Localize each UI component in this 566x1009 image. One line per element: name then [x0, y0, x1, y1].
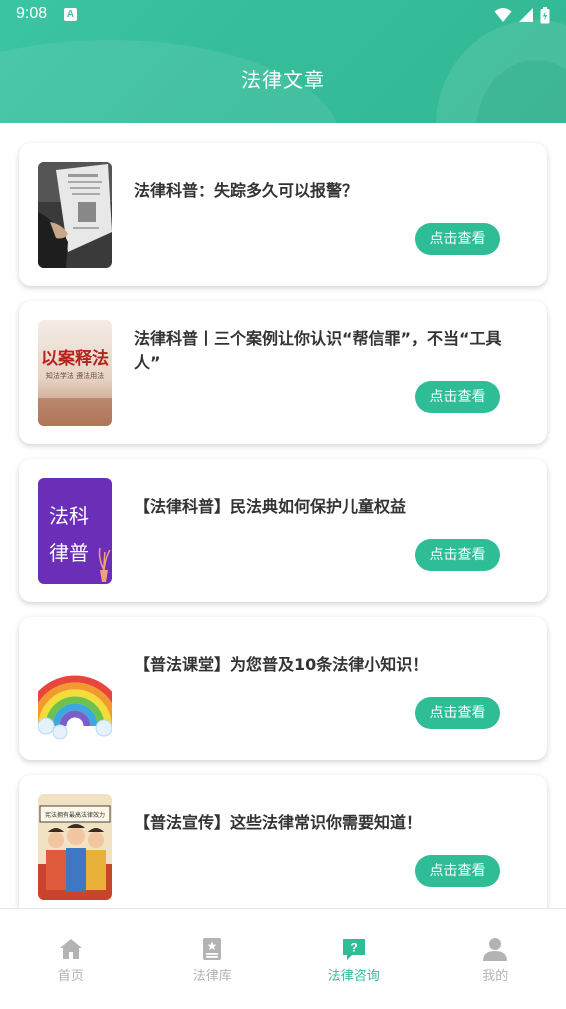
status-time: 9:08 — [16, 5, 47, 23]
article-thumbnail — [38, 162, 112, 268]
nav-item-profile[interactable]: 我的 — [425, 909, 566, 1009]
status-bar: 9:08 A — [0, 0, 566, 30]
article-title[interactable]: 法律科普丨三个案例让你认识“帮信罪”，不当“工具人” — [134, 327, 514, 375]
svg-text:?: ? — [350, 941, 357, 955]
article-title[interactable]: 法律科普：失踪多久可以报警？ — [134, 179, 514, 203]
poster-text: 律普 — [49, 541, 89, 565]
profile-icon — [483, 937, 507, 961]
view-button[interactable]: 点击查看 — [415, 381, 500, 413]
notification-icon: A — [64, 8, 77, 21]
page-title: 法律文章 — [0, 64, 566, 93]
view-button[interactable]: 点击查看 — [415, 697, 500, 729]
article-title[interactable]: 【普法宣传】这些法律常识你需要知道！ — [134, 811, 514, 835]
status-icons — [494, 6, 550, 24]
banner-text: 宪法拥有最高法律效力 — [45, 811, 105, 819]
poster-text: 法科 — [49, 504, 89, 528]
crowd-illustration-image: 宪法拥有最高法律效力 — [38, 794, 112, 900]
poster-heading: 以案释法 — [41, 348, 109, 369]
article-list[interactable]: 法律科普：失踪多久可以报警？ 点击查看 以案释法 知法学法 遵法用法 法律科普丨… — [0, 123, 566, 908]
rainbow-illustration-image — [38, 636, 112, 742]
nav-item-home[interactable]: 首页 — [0, 909, 142, 1009]
nav-label: 法律咨询 — [283, 965, 425, 984]
view-button[interactable]: 点击查看 — [415, 539, 500, 571]
nav-label: 首页 — [0, 965, 142, 984]
wifi-icon — [494, 7, 512, 23]
article-card[interactable]: 以案释法 知法学法 遵法用法 法律科普丨三个案例让你认识“帮信罪”，不当“工具人… — [19, 301, 547, 444]
nav-label: 法律库 — [142, 965, 284, 984]
nav-label: 我的 — [425, 965, 566, 984]
view-button[interactable]: 点击查看 — [415, 855, 500, 887]
article-thumbnail: 以案释法 知法学法 遵法用法 — [38, 320, 112, 426]
article-card[interactable]: 宪法拥有最高法律效力 【普法宣传】这些法律常识你需要知道！ 点击查看 — [19, 775, 547, 908]
article-title[interactable]: 【法律科普】民法典如何保护儿童权益 — [134, 495, 514, 519]
purple-poster-image: 法科 律普 — [38, 478, 112, 584]
battery-icon — [540, 7, 550, 24]
nav-item-consult[interactable]: ? 法律咨询 — [283, 909, 425, 1009]
article-card[interactable]: 法律科普：失踪多久可以报警？ 点击查看 — [19, 143, 547, 286]
nav-item-library[interactable]: 法律库 — [142, 909, 284, 1009]
view-button[interactable]: 点击查看 — [415, 223, 500, 255]
article-card[interactable]: 法科 律普 【法律科普】民法典如何保护儿童权益 点击查看 — [19, 459, 547, 602]
header-bar: 9:08 A 法律文章 — [0, 0, 566, 123]
article-title[interactable]: 【普法课堂】为您普及10条法律小知识！ — [134, 653, 514, 677]
newspaper-photo-image — [38, 162, 112, 268]
library-icon — [200, 937, 224, 961]
case-law-poster-image: 以案释法 知法学法 遵法用法 — [38, 320, 112, 426]
article-thumbnail: 宪法拥有最高法律效力 — [38, 794, 112, 900]
article-thumbnail: 法科 律普 — [38, 478, 112, 584]
bottom-navigation: 首页 法律库 ? 法律咨询 我的 — [0, 908, 566, 1009]
signal-icon — [518, 7, 534, 23]
poster-subheading: 知法学法 遵法用法 — [46, 371, 104, 380]
article-card[interactable]: 【普法课堂】为您普及10条法律小知识！ 点击查看 — [19, 617, 547, 760]
consult-icon: ? — [342, 937, 366, 961]
home-icon — [59, 937, 83, 961]
article-thumbnail — [38, 636, 112, 742]
